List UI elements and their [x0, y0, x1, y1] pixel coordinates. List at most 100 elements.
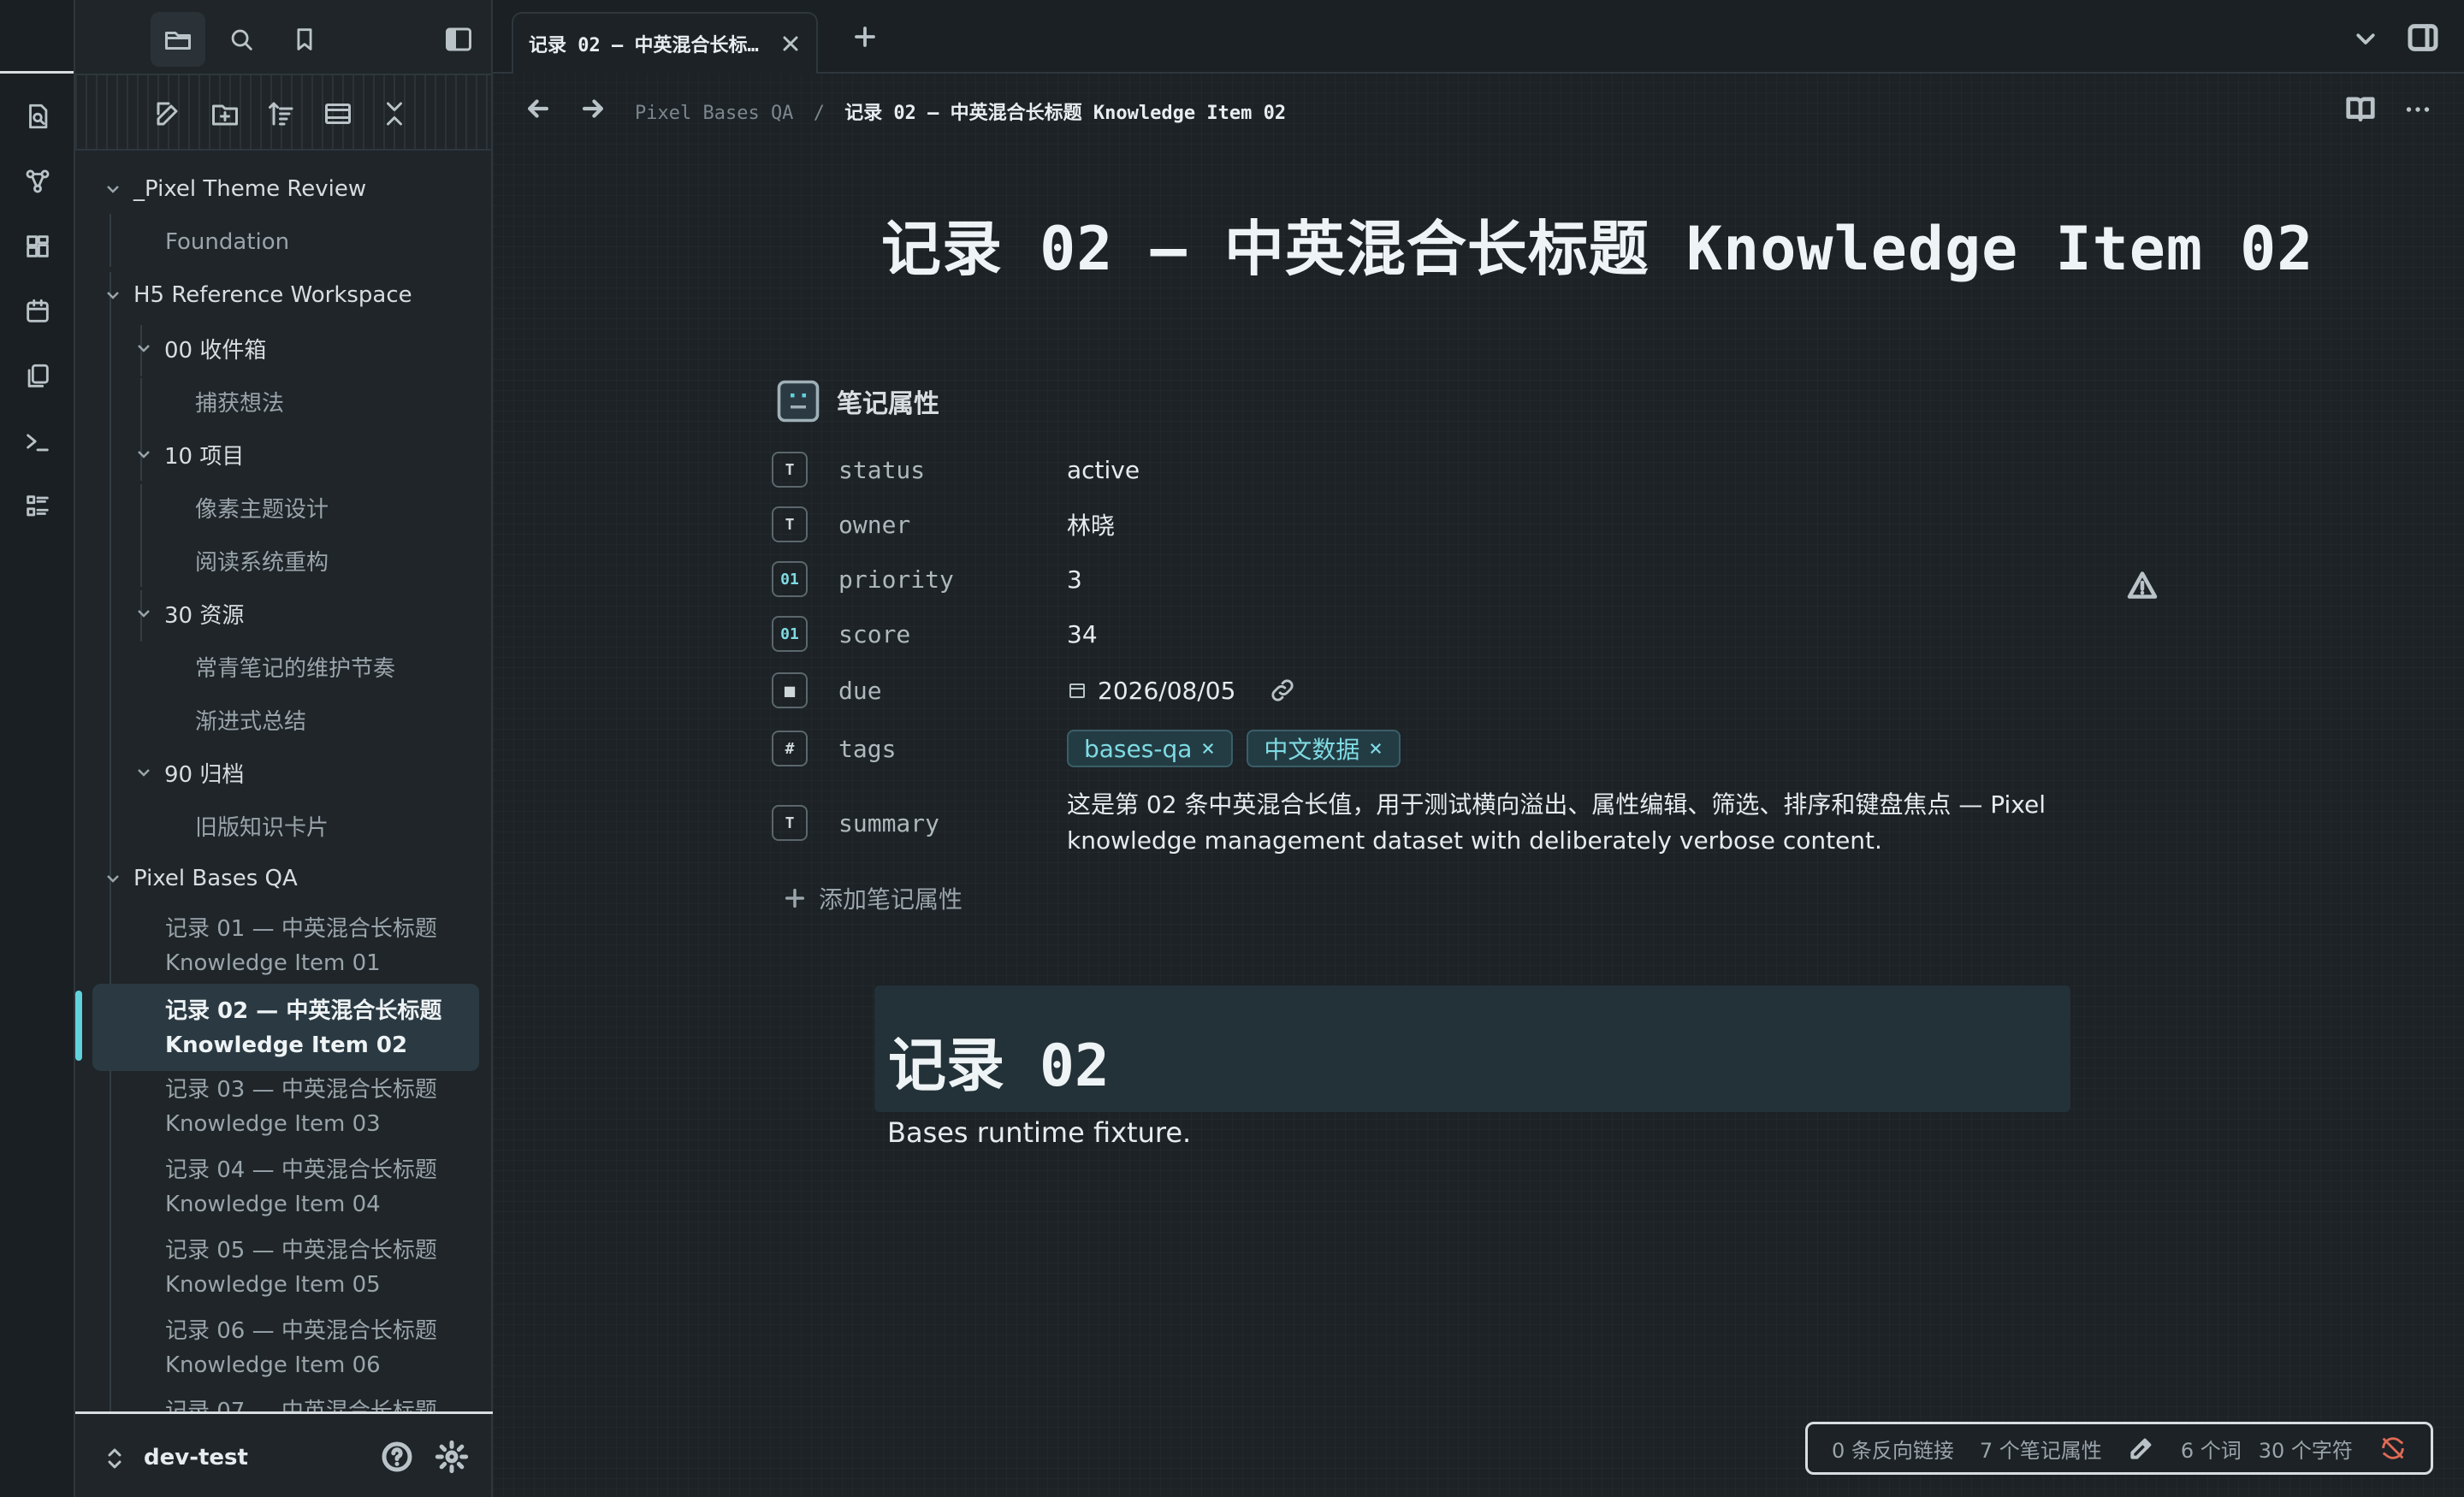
tree-folder-label: 10 项目	[164, 443, 245, 470]
breadcrumb: Pixel Bases QA / 记录 02 — 中英混合长标题 Knowled…	[635, 98, 1286, 125]
pencil-icon[interactable]	[2128, 1435, 2155, 1462]
tree-file[interactable]: 渐进式总结	[195, 693, 306, 746]
tags-value: bases-qa 中文数据	[1067, 730, 1414, 767]
sync-disabled-icon[interactable]	[2378, 1434, 2408, 1463]
property-row-tags[interactable]: # tags bases-qa 中文数据	[772, 729, 2055, 768]
tree-folder[interactable]: 90 归档	[133, 746, 244, 799]
new-tab-plus-icon[interactable]	[852, 24, 878, 50]
property-key[interactable]: summary	[838, 809, 939, 837]
property-row-priority[interactable]: 01 priority 3	[772, 559, 2055, 599]
close-icon[interactable]	[780, 33, 801, 54]
close-icon[interactable]	[1200, 741, 1216, 756]
property-key[interactable]: due	[838, 677, 882, 705]
sort-button[interactable]	[260, 92, 303, 135]
tag-chip[interactable]: 中文数据	[1247, 730, 1401, 767]
tree-note[interactable]: 记录 04 — 中英混合长标题 Knowledge Item 04	[165, 1153, 490, 1222]
number-type-icon[interactable]: 01	[772, 616, 808, 652]
tree-file[interactable]: 旧版知识卡片	[195, 799, 329, 852]
link-icon[interactable]	[1268, 676, 1297, 705]
tree-folder[interactable]: 10 项目	[133, 428, 244, 481]
bases-icon[interactable]	[19, 228, 56, 265]
chevron-updown-icon[interactable]	[104, 1447, 125, 1470]
tag-chip[interactable]: bases-qa	[1067, 730, 1234, 767]
tags-type-icon[interactable]: #	[772, 731, 808, 766]
property-key[interactable]: owner	[838, 511, 910, 539]
paragraph[interactable]: Bases runtime fixture.	[887, 1116, 1191, 1149]
properties-count[interactable]: 7 个笔记属性	[1980, 1434, 2102, 1464]
folder-plus-icon	[212, 104, 238, 126]
terminal-icon[interactable]	[19, 423, 56, 460]
calendar-icon[interactable]	[19, 293, 56, 330]
backlinks-count[interactable]: 0 条反向链接	[1832, 1434, 1954, 1464]
tree-guide	[140, 484, 142, 587]
heading-block[interactable]: 记录 02	[874, 985, 2070, 1112]
more-options-icon[interactable]	[2402, 94, 2433, 125]
tree-file[interactable]: 捕获想法	[195, 375, 284, 428]
tree-note-active[interactable]: 记录 02 — 中英混合长标题 Knowledge Item 02	[92, 984, 479, 1071]
tree-folder[interactable]: _Pixel Theme Review	[103, 163, 366, 216]
collapse-all-button[interactable]	[373, 92, 416, 135]
tree-folder[interactable]: H5 Reference Workspace	[103, 269, 412, 322]
tab-note-02[interactable]: 记录 02 — 中英混合长标题 Knowledge Item 02	[512, 12, 818, 74]
text-type-icon[interactable]: T	[772, 452, 808, 488]
arrow-right-icon[interactable]	[578, 94, 607, 123]
note-title-line2: Knowledge Item 04	[165, 1192, 381, 1217]
date-type-icon[interactable]: ■	[772, 672, 808, 708]
property-row-status[interactable]: T status active	[772, 450, 2055, 489]
text-type-icon[interactable]: T	[772, 506, 808, 542]
tree-file[interactable]: 常青笔记的维护节奏	[195, 640, 395, 693]
tree-note[interactable]: 记录 05 — 中英混合长标题 Knowledge Item 05	[165, 1234, 490, 1302]
tree-note[interactable]: 记录 07 — 中英混合长标题	[165, 1394, 490, 1411]
tree-note[interactable]: 记录 03 — 中英混合长标题 Knowledge Item 03	[165, 1073, 490, 1141]
properties-header[interactable]: 笔记属性	[775, 378, 939, 424]
gear-icon[interactable]	[435, 1440, 469, 1474]
status-bar: 0 条反向链接 7 个笔记属性 6 个词 30 个字符	[1805, 1422, 2433, 1475]
sidebar-tab-header	[75, 0, 493, 74]
tree-note[interactable]: 记录 01 — 中英混合长标题 Knowledge Item 01	[165, 912, 490, 980]
help-icon[interactable]	[380, 1440, 414, 1474]
text-type-icon[interactable]: T	[772, 805, 808, 841]
files-tab[interactable]	[151, 12, 205, 67]
tree-file[interactable]: Foundation	[165, 216, 289, 269]
tree-folder[interactable]: 00 收件箱	[133, 322, 266, 375]
property-value[interactable]: 这是第 02 条中英混合长值，用于测试横向溢出、属性编辑、筛选、排序和键盘焦点 …	[1067, 787, 2051, 859]
property-row-score[interactable]: 01 score 34	[772, 614, 2055, 654]
property-value[interactable]: 34	[1067, 620, 1098, 648]
file-search-icon[interactable]	[19, 98, 56, 135]
property-key[interactable]: status	[838, 456, 925, 484]
new-note-button[interactable]	[147, 92, 190, 135]
toggle-sidebar-button[interactable]	[431, 12, 486, 67]
property-row-summary[interactable]: T summary 这是第 02 条中英混合长值，用于测试横向溢出、属性编辑、筛…	[772, 787, 2055, 859]
tab-list-chevron-down-icon[interactable]	[2353, 26, 2378, 51]
tree-folder[interactable]: 30 资源	[133, 587, 244, 640]
date-value[interactable]: 2026/08/05	[1067, 676, 1297, 705]
tree-file[interactable]: 像素主题设计	[195, 481, 329, 534]
search-tab[interactable]	[214, 12, 269, 67]
property-key[interactable]: score	[838, 620, 910, 648]
property-value[interactable]: 林晓	[1067, 507, 1115, 541]
breadcrumb-parent[interactable]: Pixel Bases QA	[635, 103, 793, 124]
property-key[interactable]: priority	[838, 565, 954, 594]
tree-file[interactable]: 阅读系统重构	[195, 534, 329, 587]
new-folder-button[interactable]	[204, 92, 246, 135]
tree-folder[interactable]: Pixel Bases QA	[103, 852, 298, 905]
close-icon[interactable]	[1368, 741, 1383, 756]
property-row-due[interactable]: ■ due 2026/08/05	[772, 671, 2055, 710]
tree-note[interactable]: 记录 06 — 中英混合长标题 Knowledge Item 06	[165, 1314, 490, 1382]
vault-switcher[interactable]: dev-test	[144, 1445, 248, 1470]
add-property-button[interactable]: 添加笔记属性	[783, 881, 962, 915]
auto-reveal-button[interactable]	[317, 92, 359, 135]
copy-icon[interactable]	[19, 358, 56, 395]
sidebar-right-icon[interactable]	[2406, 21, 2440, 55]
property-value[interactable]: active	[1067, 456, 1140, 484]
property-key[interactable]: tags	[838, 735, 896, 763]
note-title[interactable]: 记录 02 — 中英混合长标题 Knowledge Item 02	[881, 201, 2313, 287]
bookmarks-tab[interactable]	[277, 12, 332, 67]
property-value[interactable]: 3	[1067, 565, 1082, 594]
graph-icon[interactable]	[19, 163, 56, 200]
property-row-owner[interactable]: T owner 林晓	[772, 505, 2055, 544]
list-icon[interactable]	[19, 488, 56, 525]
number-type-icon[interactable]: 01	[772, 561, 808, 597]
arrow-left-icon[interactable]	[524, 94, 553, 123]
reading-view-book-icon[interactable]	[2344, 92, 2377, 125]
